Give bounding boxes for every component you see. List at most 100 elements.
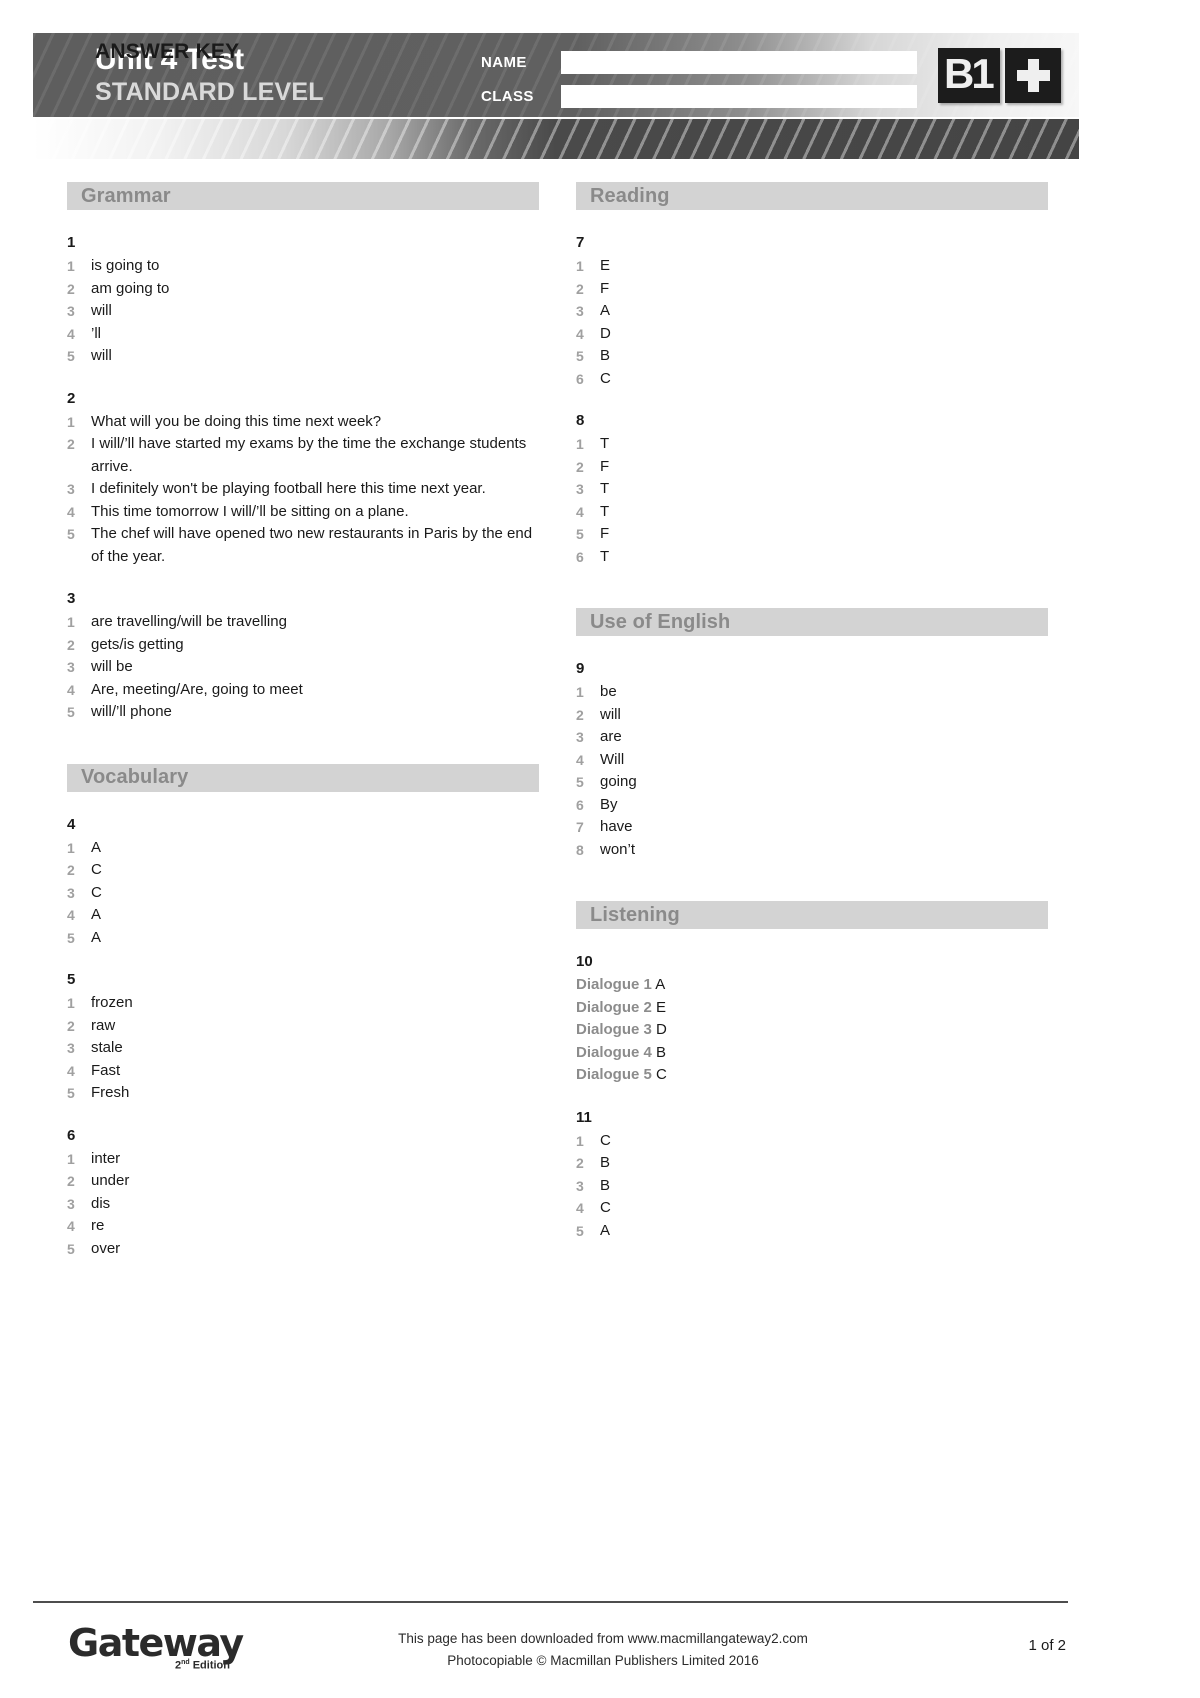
- answer-text: By: [600, 795, 618, 813]
- answer-index: 5: [67, 1085, 75, 1101]
- answer-text: re: [91, 1217, 105, 1234]
- answer-text: are: [600, 728, 622, 745]
- answer-text: over: [91, 1239, 121, 1257]
- gateway-edition-word: Edition: [192, 1659, 230, 1672]
- answer-index: 5: [576, 1222, 584, 1239]
- answer-text: dis: [91, 1194, 111, 1212]
- answer-row: 5 going: [576, 771, 1048, 794]
- answer-index: 4: [67, 325, 75, 342]
- answer-index: 1: [67, 258, 75, 274]
- answer-index: 4: [67, 681, 75, 698]
- gateway-edition-label: 2nd Edition: [175, 1659, 230, 1672]
- answer-text: Will: [600, 750, 625, 768]
- answer-index: 2: [576, 458, 584, 475]
- answer-index: 3: [67, 1040, 75, 1056]
- footer-photocopiable-line: Photocopiable © Macmillan Publishers Lim…: [447, 1653, 759, 1668]
- answer-text: gets/is getting: [91, 635, 184, 653]
- answer-row: 4 Are, meeting/Are, going to meet: [67, 679, 539, 702]
- level-badge-b1-label: B1: [938, 48, 1000, 103]
- answer-index: 6: [576, 796, 584, 813]
- name-field-row: NAME: [481, 50, 917, 74]
- answer-text: T: [600, 435, 610, 452]
- answer-index: 3: [67, 884, 75, 901]
- answer-text: B: [600, 1154, 611, 1171]
- exercise-number: 6: [67, 1126, 76, 1144]
- answer-row: 5 over: [67, 1238, 539, 1261]
- answer-row: 4 ’ll: [67, 323, 539, 346]
- answer-index: 1: [67, 413, 75, 430]
- answer-row: 2F: [576, 278, 1048, 301]
- gateway-wordmark: Gateway: [68, 1621, 244, 1665]
- dialogue-row: Dialogue 4 B: [576, 1042, 1048, 1065]
- section-header-reading: Reading: [576, 182, 1048, 210]
- footer-download-line: This page has been downloaded from www.m…: [398, 1631, 808, 1646]
- answer-row: 4A: [67, 904, 539, 927]
- answer-text: A: [91, 838, 102, 856]
- answer-index: 2: [67, 862, 75, 878]
- answer-text: I definitely won't be playing football h…: [91, 480, 486, 497]
- answer-text: T: [600, 480, 610, 497]
- answer-text: inter: [91, 1149, 121, 1167]
- answer-text: are travelling/will be travelling: [91, 613, 287, 630]
- exercise-3: 3 1 are travelling/will be travelling 2 ge…: [67, 588, 539, 724]
- answer-text: This time tomorrow I will/’ll be sitting…: [91, 502, 409, 520]
- answer-index: 5: [67, 526, 75, 542]
- answer-text: B: [600, 1176, 611, 1194]
- answer-index: 3: [67, 1195, 75, 1212]
- dialogue-label: Dialogue 4: [576, 1043, 652, 1061]
- answer-text: am going to: [91, 279, 170, 297]
- answer-row: 2 under: [67, 1170, 539, 1193]
- name-label: NAME: [481, 53, 527, 71]
- answer-index: 2: [67, 1173, 75, 1189]
- answer-text: C: [600, 1199, 611, 1216]
- answer-row: 4 Fast: [67, 1060, 539, 1083]
- answer-index: 6: [576, 548, 584, 565]
- answer-row: 2 raw: [67, 1015, 539, 1038]
- answer-text: C: [91, 883, 102, 901]
- answer-index: 7: [576, 819, 584, 835]
- answer-text: T: [600, 547, 610, 565]
- answer-index: 4: [576, 751, 584, 768]
- answer-index: 4: [576, 503, 584, 520]
- answer-text: E: [600, 257, 611, 274]
- answer-text: A: [600, 1221, 611, 1239]
- answer-text: will be: [91, 658, 133, 675]
- answer-row: 3 are: [576, 726, 1048, 749]
- answer-key-band: [33, 119, 1079, 159]
- exercise-number: 5: [67, 971, 76, 988]
- answer-index: 5: [67, 1240, 75, 1257]
- answer-text: Are, meeting/Are, going to meet: [91, 680, 303, 698]
- answer-row: 1 inter: [67, 1148, 539, 1171]
- section-header-use-of-english: Use of English: [576, 608, 1048, 636]
- class-input[interactable]: [561, 84, 917, 108]
- answer-row: 5F: [576, 523, 1048, 546]
- answer-text: I will/’ll have started my exams by the …: [91, 435, 527, 475]
- dialogue-label: Dialogue 2: [576, 998, 652, 1016]
- exercise-number: 2: [67, 389, 76, 407]
- answer-index: 8: [576, 841, 584, 858]
- answer-text: C: [600, 369, 611, 387]
- answer-index: 2: [67, 1017, 75, 1034]
- answer-row: 3A: [576, 300, 1048, 323]
- answer-row: 1T: [576, 433, 1048, 456]
- answer-index: 2: [576, 280, 584, 297]
- answer-text: A: [91, 928, 102, 946]
- exercise-9: 9 1 be 2 will 3 are 4 Will 5 going 6 By 7 have …: [576, 658, 1048, 861]
- name-input[interactable]: [561, 50, 917, 74]
- answer-row: 4T: [576, 501, 1048, 524]
- dialogue-answer: E: [656, 998, 667, 1016]
- answer-text: is going to: [91, 257, 160, 274]
- answer-row: 4D: [576, 323, 1048, 346]
- answer-row: 3 will be: [67, 656, 539, 679]
- answer-index: 4: [576, 1200, 584, 1216]
- page-footer: Gateway 2nd Edition This page has been d…: [33, 1615, 1068, 1685]
- answer-text: under: [91, 1172, 130, 1189]
- answer-row: 3 dis: [67, 1193, 539, 1216]
- answer-index: 4: [67, 1062, 75, 1079]
- answer-text: won’t: [600, 840, 636, 858]
- answer-index: 3: [67, 659, 75, 675]
- answer-index: 5: [67, 348, 75, 364]
- answer-index: 3: [576, 481, 584, 497]
- answer-row: 1 frozen: [67, 992, 539, 1015]
- left-column: Grammar 1 1 is going to 2 am going to 3 wil…: [67, 182, 539, 1280]
